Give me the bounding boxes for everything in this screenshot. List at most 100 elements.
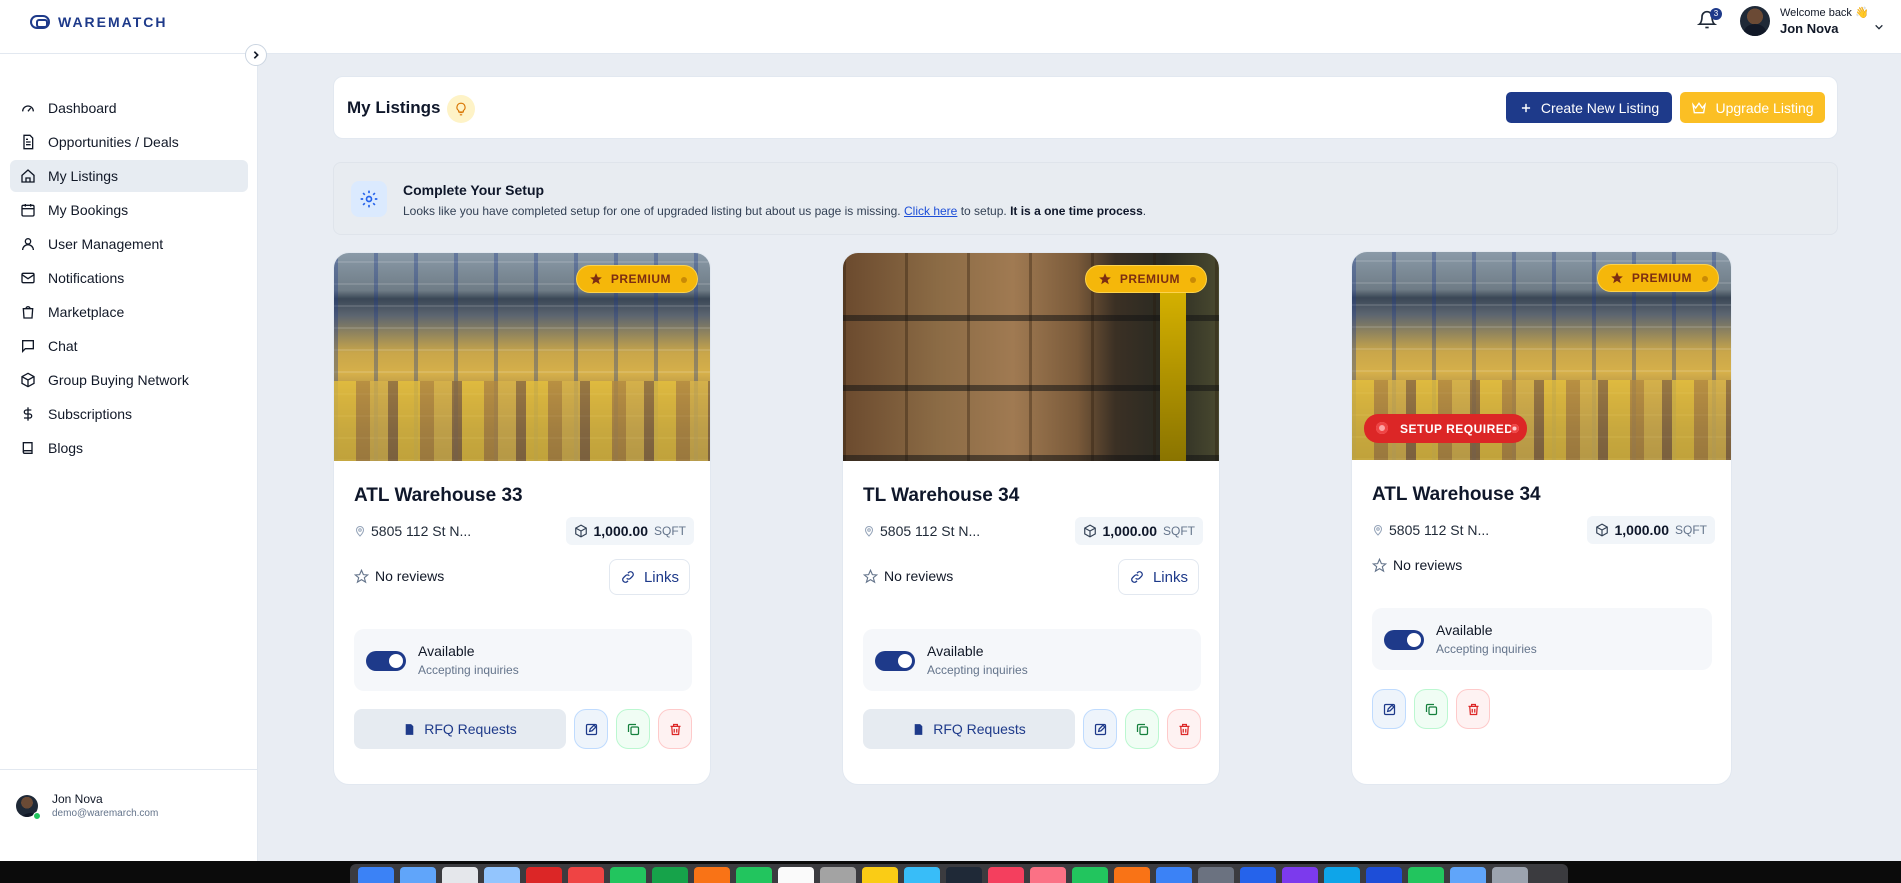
edit-button[interactable] bbox=[1372, 689, 1406, 729]
app-icon[interactable] bbox=[946, 867, 982, 883]
photos-icon[interactable] bbox=[694, 867, 730, 883]
availability-toggle[interactable] bbox=[366, 651, 406, 671]
app-icon[interactable] bbox=[1282, 867, 1318, 883]
duplicate-button[interactable] bbox=[1414, 689, 1448, 729]
sidebar-item-group-buying[interactable]: Group Buying Network bbox=[10, 364, 248, 396]
lightbulb-icon bbox=[456, 102, 466, 116]
availability-panel: Available Accepting inquiries bbox=[354, 629, 692, 691]
sidebar-item-label: My Bookings bbox=[48, 202, 129, 218]
sidebar-collapse-button[interactable] bbox=[245, 44, 267, 66]
file-icon bbox=[405, 723, 414, 735]
reviews-text: No reviews bbox=[375, 568, 445, 584]
star-icon bbox=[1098, 273, 1111, 285]
app-icon[interactable] bbox=[1240, 867, 1276, 883]
star-outline-icon bbox=[354, 568, 369, 583]
trash-app-icon[interactable] bbox=[1492, 867, 1528, 883]
app-icon[interactable] bbox=[568, 867, 604, 883]
brand-logo[interactable]: WAREMATCH bbox=[30, 14, 168, 30]
footer-user-name: Jon Nova bbox=[52, 792, 103, 806]
sidebar-item-opportunities[interactable]: Opportunities / Deals bbox=[10, 126, 248, 158]
app-icon[interactable] bbox=[904, 867, 940, 883]
premium-label: PREMIUM bbox=[1119, 272, 1180, 286]
sidebar-item-chat[interactable]: Chat bbox=[10, 330, 248, 362]
listing-card[interactable]: PREMIUM SETUP REQUIRED ATL Warehouse 34 … bbox=[1351, 251, 1732, 785]
area-chip: 1,000.00 SQFT bbox=[1586, 516, 1715, 544]
vscode-icon[interactable] bbox=[1366, 867, 1402, 883]
upgrade-listing-button[interactable]: Upgrade Listing bbox=[1680, 92, 1825, 123]
listing-card[interactable]: PREMIUM TL Warehouse 34 5805 112 St N...… bbox=[842, 252, 1220, 785]
listing-card[interactable]: PREMIUM ATL Warehouse 33 5805 112 St N..… bbox=[333, 252, 711, 785]
trash-icon bbox=[1468, 703, 1478, 715]
messages-icon[interactable] bbox=[610, 867, 646, 883]
area-unit: SQFT bbox=[1163, 524, 1195, 538]
app-icon[interactable] bbox=[526, 867, 562, 883]
app-icon[interactable] bbox=[652, 867, 688, 883]
whatsapp-icon[interactable] bbox=[1408, 867, 1444, 883]
tips-button[interactable] bbox=[447, 95, 475, 123]
availability-toggle[interactable] bbox=[875, 651, 915, 671]
duplicate-button[interactable] bbox=[1125, 709, 1159, 749]
links-button[interactable]: Links bbox=[1117, 559, 1199, 595]
folder-icon[interactable] bbox=[1450, 867, 1486, 883]
rfq-requests-button[interactable]: RFQ Requests bbox=[354, 709, 566, 749]
reviews: No reviews bbox=[354, 568, 444, 584]
notification-bell[interactable]: 3 bbox=[1696, 8, 1722, 32]
app-store-icon[interactable] bbox=[1156, 867, 1192, 883]
availability-title: Available bbox=[418, 643, 475, 659]
edit-button[interactable] bbox=[574, 709, 608, 749]
sidebar-item-user-management[interactable]: User Management bbox=[10, 228, 248, 260]
finder-icon[interactable] bbox=[358, 867, 394, 883]
app-icon[interactable] bbox=[1324, 867, 1360, 883]
notes-icon[interactable] bbox=[862, 867, 898, 883]
duplicate-button[interactable] bbox=[616, 709, 650, 749]
sidebar-item-my-listings[interactable]: My Listings bbox=[10, 160, 248, 192]
box-icon bbox=[574, 524, 587, 538]
facetime-icon[interactable] bbox=[736, 867, 772, 883]
user-menu[interactable]: Welcome back 👋 Jon Nova bbox=[1740, 6, 1869, 36]
calendar-app-icon[interactable] bbox=[778, 867, 814, 883]
listing-name: TL Warehouse 34 bbox=[863, 485, 1020, 506]
sidebar-item-label: Dashboard bbox=[48, 100, 117, 116]
sidebar-item-notifications[interactable]: Notifications bbox=[10, 262, 248, 294]
edit-icon bbox=[585, 723, 597, 735]
create-listing-button[interactable]: Create New Listing bbox=[1506, 92, 1672, 123]
numbers-icon[interactable] bbox=[1072, 867, 1108, 883]
sidebar: Dashboard Opportunities / Deals My Listi… bbox=[0, 54, 258, 861]
links-label: Links bbox=[1152, 568, 1188, 586]
sidebar-item-my-bookings[interactable]: My Bookings bbox=[10, 194, 248, 226]
app-icon[interactable] bbox=[442, 867, 478, 883]
sidebar-item-marketplace[interactable]: Marketplace bbox=[10, 296, 248, 328]
sidebar-item-subscriptions[interactable]: Subscriptions bbox=[10, 398, 248, 430]
reviews-text: No reviews bbox=[884, 568, 954, 584]
chevron-down-icon[interactable] bbox=[1874, 22, 1884, 32]
sidebar-item-blogs[interactable]: Blogs bbox=[10, 432, 248, 464]
safari-icon[interactable] bbox=[484, 867, 520, 883]
sidebar-item-label: Marketplace bbox=[48, 304, 125, 320]
gear-icon bbox=[360, 190, 378, 208]
setup-description: Looks like you have completed setup for … bbox=[403, 204, 1146, 218]
map-pin-icon bbox=[1373, 525, 1383, 536]
pages-icon[interactable] bbox=[1114, 867, 1150, 883]
availability-toggle[interactable] bbox=[1384, 630, 1424, 650]
avatar bbox=[1740, 6, 1770, 36]
app-icon[interactable] bbox=[820, 867, 856, 883]
reviews: No reviews bbox=[1372, 557, 1462, 573]
setup-link[interactable]: Click here bbox=[904, 204, 957, 218]
delete-button[interactable] bbox=[1167, 709, 1201, 749]
rfq-requests-button[interactable]: RFQ Requests bbox=[863, 709, 1075, 749]
app-icon[interactable] bbox=[1030, 867, 1066, 883]
sidebar-item-dashboard[interactable]: Dashboard bbox=[10, 92, 248, 124]
box-icon bbox=[1595, 523, 1608, 537]
links-button[interactable]: Links bbox=[608, 559, 690, 595]
area-value: 1,000.00 bbox=[593, 523, 649, 539]
settings-app-icon[interactable] bbox=[1198, 867, 1234, 883]
delete-button[interactable] bbox=[1456, 689, 1490, 729]
sidebar-user-footer[interactable]: Jon Nova demo@waremarch.com bbox=[0, 769, 257, 861]
app-icon[interactable] bbox=[400, 867, 436, 883]
sidebar-nav: Dashboard Opportunities / Deals My Listi… bbox=[10, 92, 248, 466]
music-icon[interactable] bbox=[988, 867, 1024, 883]
dashboard-icon bbox=[22, 105, 34, 112]
delete-button[interactable] bbox=[658, 709, 692, 749]
plus-icon bbox=[1521, 103, 1530, 112]
edit-button[interactable] bbox=[1083, 709, 1117, 749]
